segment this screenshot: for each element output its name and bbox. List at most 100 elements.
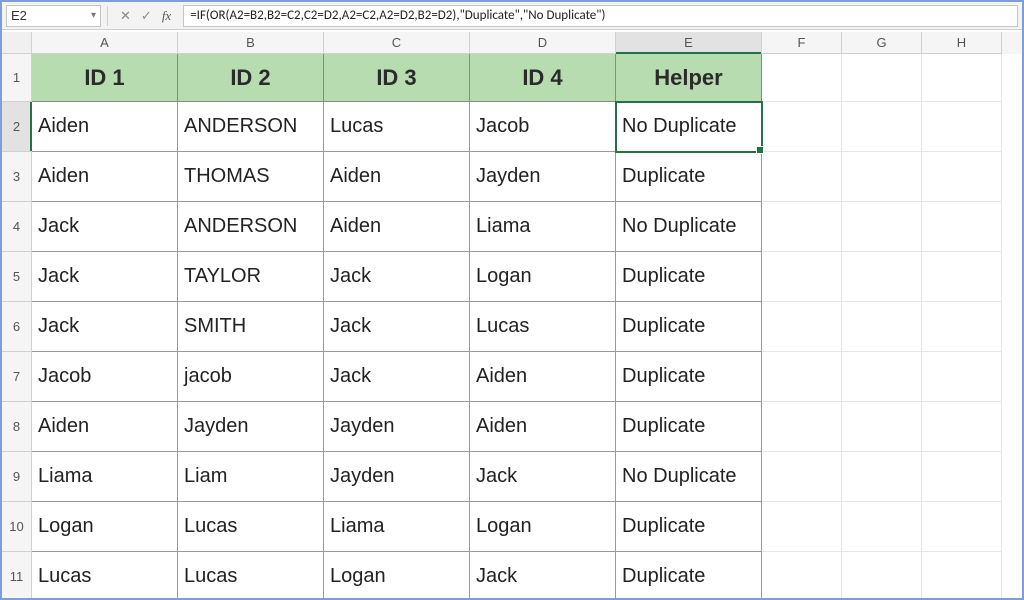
cell-blank[interactable] (842, 402, 922, 452)
header-id2[interactable]: ID 2 (178, 54, 324, 102)
cell[interactable]: Aiden (32, 402, 178, 452)
cell[interactable]: Lucas (32, 552, 178, 598)
cell-blank[interactable] (922, 202, 1002, 252)
cell[interactable]: Aiden (470, 402, 616, 452)
cell[interactable]: Jack (324, 352, 470, 402)
cell-blank[interactable] (762, 452, 842, 502)
cell[interactable]: Aiden (470, 352, 616, 402)
cell-blank[interactable] (922, 402, 1002, 452)
row-header-10[interactable]: 10 (2, 502, 32, 552)
cell-blank[interactable] (922, 352, 1002, 402)
cell[interactable]: Jack (324, 302, 470, 352)
cell-blank[interactable] (922, 552, 1002, 598)
cell-blank[interactable] (762, 352, 842, 402)
cell[interactable]: Liam (178, 452, 324, 502)
cell-blank[interactable] (762, 402, 842, 452)
cell[interactable]: ANDERSON (178, 102, 324, 152)
cell[interactable]: Lucas (178, 552, 324, 598)
col-header-G[interactable]: G (842, 32, 922, 54)
header-id4[interactable]: ID 4 (470, 54, 616, 102)
col-header-A[interactable]: A (32, 32, 178, 54)
cell-blank[interactable] (842, 152, 922, 202)
cell-blank[interactable] (922, 102, 1002, 152)
cell[interactable]: Duplicate (616, 552, 762, 598)
fx-icon[interactable]: fx (162, 8, 171, 24)
cell-blank[interactable] (842, 452, 922, 502)
cell[interactable]: SMITH (178, 302, 324, 352)
cell-blank[interactable] (762, 252, 842, 302)
cell-blank[interactable] (762, 552, 842, 598)
cell[interactable]: Jacob (470, 102, 616, 152)
cell[interactable]: THOMAS (178, 152, 324, 202)
cell[interactable]: No Duplicate (616, 202, 762, 252)
cell-blank[interactable] (842, 502, 922, 552)
cell[interactable]: Aiden (324, 152, 470, 202)
cell-blank[interactable] (762, 302, 842, 352)
cell-blank[interactable] (842, 352, 922, 402)
cell[interactable]: Duplicate (616, 502, 762, 552)
cell[interactable]: Jack (32, 202, 178, 252)
formula-input[interactable]: =IF(OR(A2=B2,B2=C2,C2=D2,A2=C2,A2=D2,B2=… (183, 5, 1018, 27)
cell-blank[interactable] (922, 452, 1002, 502)
cell[interactable]: Duplicate (616, 402, 762, 452)
cell[interactable]: Duplicate (616, 302, 762, 352)
cell[interactable]: Liama (324, 502, 470, 552)
cell-blank[interactable] (842, 102, 922, 152)
cell[interactable]: Jacob (32, 352, 178, 402)
cell[interactable]: Duplicate (616, 352, 762, 402)
cell[interactable]: Aiden (32, 152, 178, 202)
row-header-5[interactable]: 5 (2, 252, 32, 302)
row-header-7[interactable]: 7 (2, 352, 32, 402)
row-header-8[interactable]: 8 (2, 402, 32, 452)
cell[interactable]: Lucas (178, 502, 324, 552)
row-header-9[interactable]: 9 (2, 452, 32, 502)
cell-blank[interactable] (842, 302, 922, 352)
cell[interactable]: Jayden (324, 402, 470, 452)
chevron-down-icon[interactable]: ▾ (91, 10, 96, 21)
cell[interactable]: Jack (470, 452, 616, 502)
cell-blank[interactable] (922, 252, 1002, 302)
header-id3[interactable]: ID 3 (324, 54, 470, 102)
cancel-icon[interactable]: ✕ (120, 8, 131, 24)
cell-blank[interactable] (762, 502, 842, 552)
row-header-11[interactable]: 11 (2, 552, 32, 598)
cell[interactable]: No Duplicate (616, 452, 762, 502)
cell-blank[interactable] (922, 502, 1002, 552)
cell-blank[interactable] (922, 54, 1002, 102)
row-header-2[interactable]: 2 (2, 102, 32, 152)
cell-blank[interactable] (762, 152, 842, 202)
cell[interactable]: Aiden (32, 102, 178, 152)
cell[interactable]: Aiden (324, 202, 470, 252)
cell-blank[interactable] (842, 252, 922, 302)
cell[interactable]: Logan (324, 552, 470, 598)
col-header-C[interactable]: C (324, 32, 470, 54)
cell[interactable]: Jack (324, 252, 470, 302)
cell[interactable]: Logan (470, 502, 616, 552)
cell[interactable]: Duplicate (616, 252, 762, 302)
cell[interactable]: Duplicate (616, 152, 762, 202)
row-header-4[interactable]: 4 (2, 202, 32, 252)
row-header-6[interactable]: 6 (2, 302, 32, 352)
cell-blank[interactable] (842, 54, 922, 102)
col-header-H[interactable]: H (922, 32, 1002, 54)
cell-blank[interactable] (842, 552, 922, 598)
cell[interactable]: Jack (32, 302, 178, 352)
cell-blank[interactable] (842, 202, 922, 252)
cell-blank[interactable] (922, 152, 1002, 202)
spreadsheet-grid[interactable]: A B C D E F G H 1 ID 1 ID 2 ID 3 ID 4 He… (2, 32, 1022, 598)
col-header-D[interactable]: D (470, 32, 616, 54)
cell[interactable]: TAYLOR (178, 252, 324, 302)
col-header-B[interactable]: B (178, 32, 324, 54)
cell[interactable]: jacob (178, 352, 324, 402)
row-header-1[interactable]: 1 (2, 54, 32, 102)
name-box[interactable]: E2 ▾ (6, 5, 101, 27)
cell[interactable]: Liama (32, 452, 178, 502)
cell[interactable]: Jack (470, 552, 616, 598)
cell[interactable]: ANDERSON (178, 202, 324, 252)
header-helper[interactable]: Helper (616, 54, 762, 102)
row-header-3[interactable]: 3 (2, 152, 32, 202)
cell[interactable]: Lucas (470, 302, 616, 352)
cell-blank[interactable] (762, 54, 842, 102)
selected-cell[interactable]: No Duplicate (616, 102, 762, 152)
cell[interactable]: Jack (32, 252, 178, 302)
